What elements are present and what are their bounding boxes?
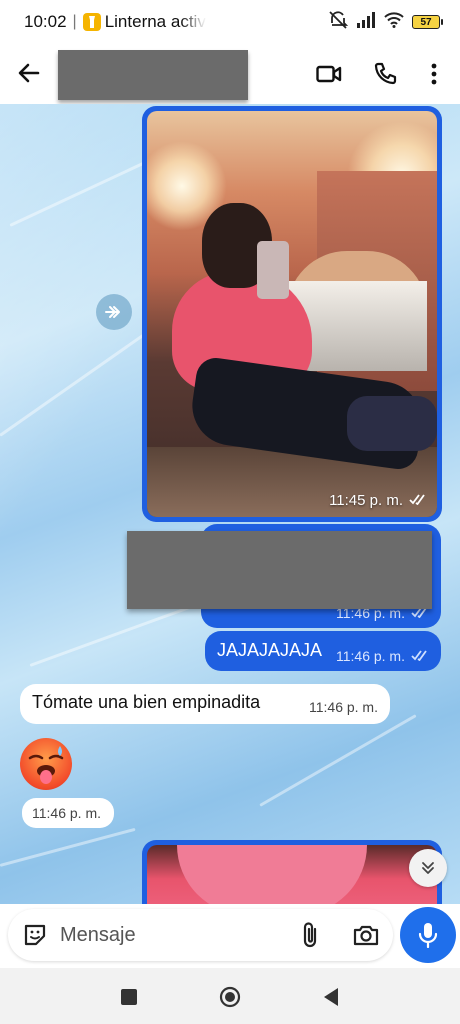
sticker-icon[interactable] bbox=[22, 922, 48, 948]
photo-image[interactable]: 11:45 p. m. bbox=[147, 111, 437, 517]
signal-icon bbox=[356, 11, 376, 33]
message-composer[interactable] bbox=[8, 909, 393, 961]
more-vert-icon[interactable] bbox=[420, 60, 448, 88]
camera-icon[interactable] bbox=[352, 921, 380, 949]
home-button[interactable] bbox=[219, 986, 241, 1008]
back-arrow-icon[interactable] bbox=[16, 60, 42, 86]
photo-image[interactable] bbox=[147, 845, 437, 904]
wallpaper-streak bbox=[0, 827, 136, 867]
message-time: 11:46 p. m. bbox=[32, 805, 102, 821]
message-time: 11:46 p. m. bbox=[308, 699, 378, 715]
hot-face-sticker[interactable] bbox=[20, 738, 72, 790]
redacted-message-text bbox=[127, 531, 432, 609]
message-meta: 11:45 p. m. bbox=[329, 492, 427, 509]
attach-icon[interactable] bbox=[298, 921, 324, 949]
battery-icon: 57 bbox=[412, 15, 443, 29]
recents-button[interactable] bbox=[118, 986, 140, 1008]
message-time: 11:45 p. m. bbox=[329, 492, 403, 509]
scroll-to-bottom-button[interactable] bbox=[409, 849, 447, 887]
message-input[interactable] bbox=[60, 919, 280, 951]
photo-figure-legs bbox=[347, 396, 437, 451]
message-text: Tómate una bien empinadita bbox=[32, 692, 261, 712]
wallpaper-streak bbox=[259, 714, 417, 807]
forward-icon[interactable] bbox=[96, 294, 132, 330]
chat-header bbox=[0, 44, 460, 104]
phone-call-icon[interactable] bbox=[371, 60, 399, 88]
status-notification: Linterna activ bbox=[104, 12, 206, 31]
status-separator: | bbox=[72, 13, 77, 30]
double-check-icon bbox=[409, 492, 427, 509]
contact-name-redacted[interactable] bbox=[58, 50, 248, 100]
back-button[interactable] bbox=[320, 986, 342, 1008]
status-bar: 10:02 | Linterna activ 57 bbox=[0, 0, 460, 44]
microphone-icon bbox=[418, 923, 438, 948]
photo-figure bbox=[177, 845, 367, 904]
mute-icon bbox=[328, 10, 349, 34]
double-check-icon bbox=[411, 648, 429, 664]
chat-area[interactable]: 11:45 p. m. 11:46 p. m. JAJAJAJAJA 11:46… bbox=[0, 104, 460, 904]
image-message-bubble[interactable] bbox=[142, 840, 442, 904]
wallpaper-streak bbox=[9, 156, 156, 227]
image-message-bubble[interactable]: 11:45 p. m. bbox=[142, 106, 442, 522]
photo-phone bbox=[257, 241, 289, 299]
incoming-message-bubble[interactable]: Tómate una bien empinadita 11:46 p. m. bbox=[20, 684, 390, 724]
voice-message-button[interactable] bbox=[400, 907, 456, 963]
message-time: 11:46 p. m. bbox=[335, 648, 405, 664]
video-call-icon[interactable] bbox=[315, 60, 343, 88]
message-text: JAJAJAJAJA bbox=[217, 640, 323, 660]
system-navigation-bar bbox=[0, 968, 460, 1024]
battery-level: 57 bbox=[420, 16, 432, 28]
message-meta: 11:46 p. m. bbox=[336, 648, 429, 664]
double-chevron-down-icon bbox=[422, 862, 434, 874]
status-time: 10:02 bbox=[24, 12, 67, 31]
sticker-time-pill: 11:46 p. m. bbox=[22, 798, 114, 828]
outgoing-message-bubble[interactable]: JAJAJAJAJA 11:46 p. m. bbox=[205, 631, 441, 671]
flashlight-icon bbox=[82, 13, 101, 31]
wifi-icon bbox=[384, 11, 404, 33]
